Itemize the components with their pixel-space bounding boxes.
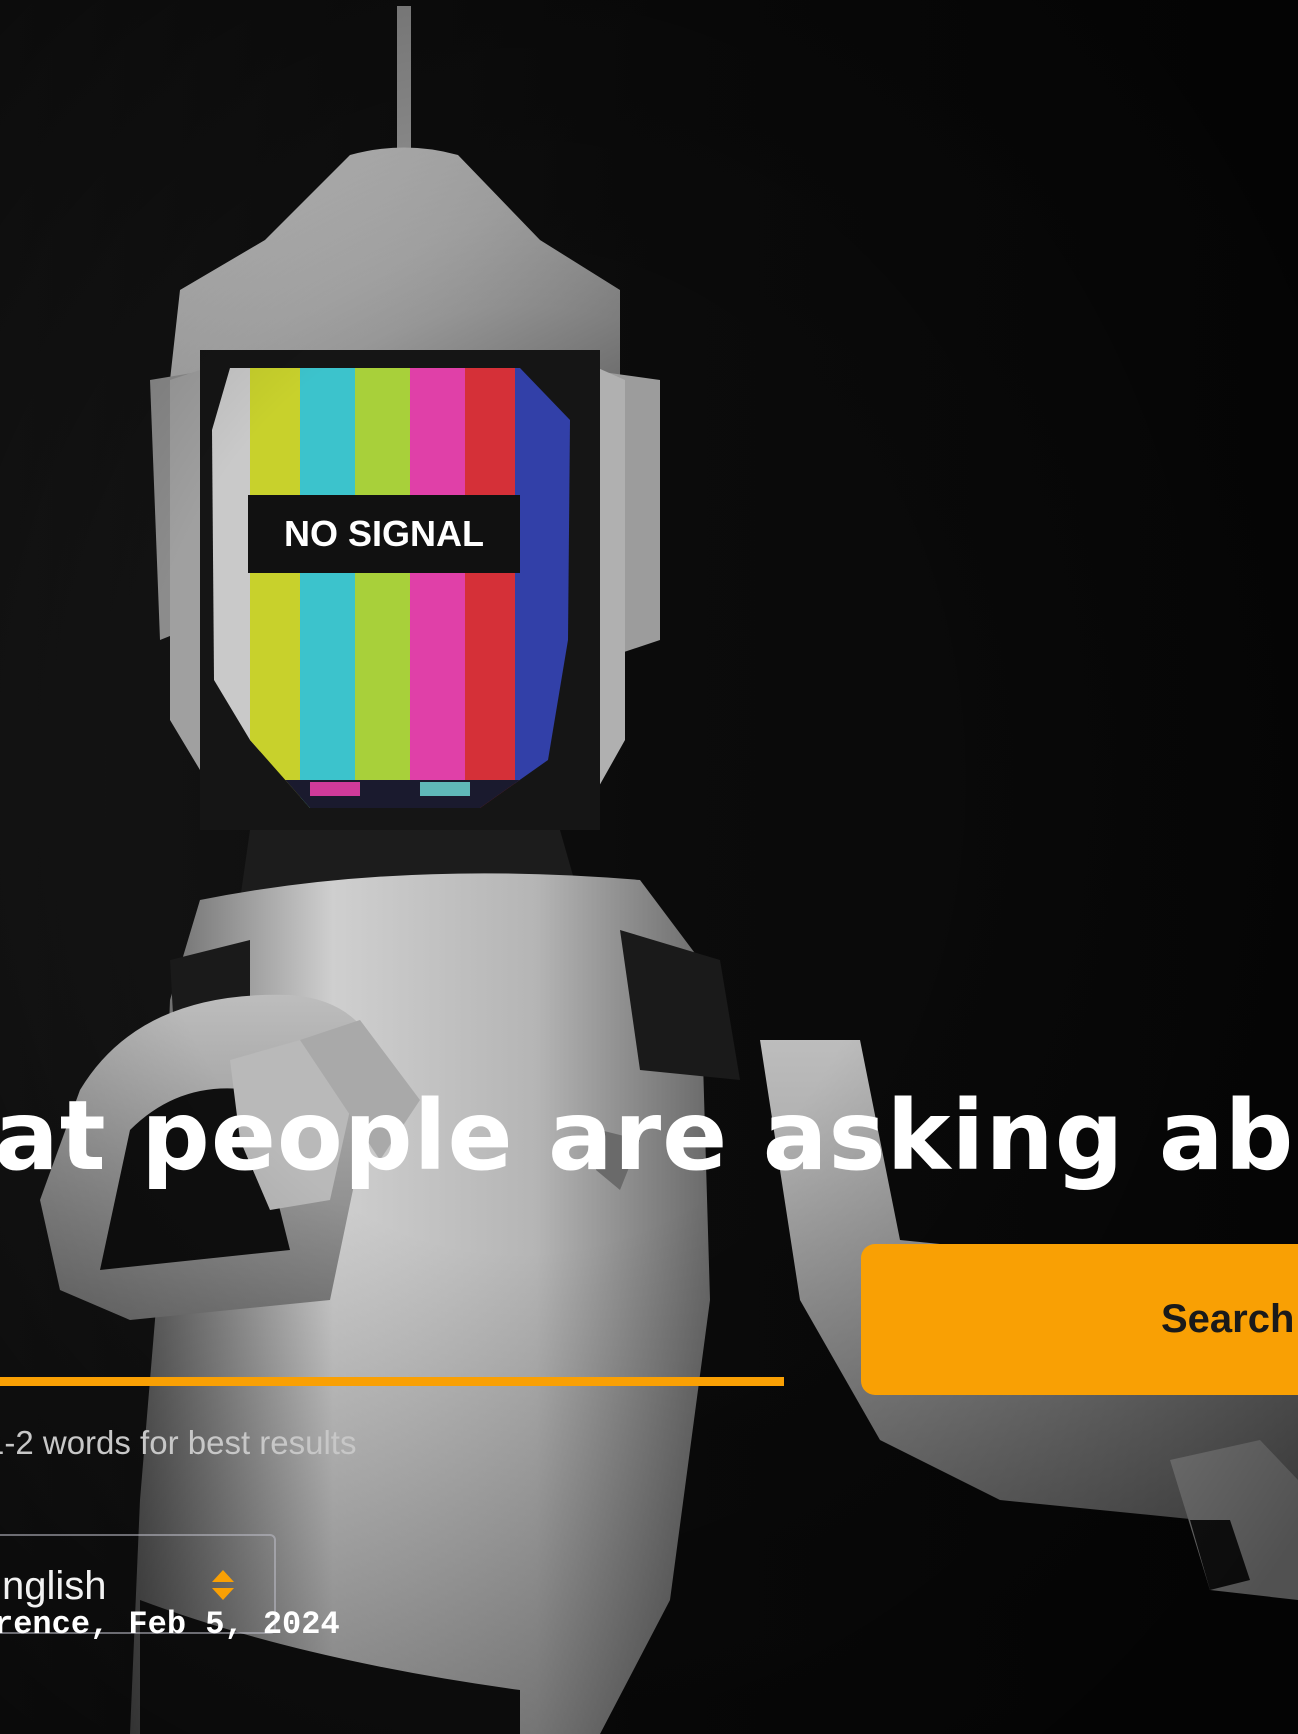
- search-hint: 1-2 words for best results: [0, 1424, 357, 1461]
- robot-image: NO SIGNAL: [0, 0, 1298, 1734]
- sort-arrows-icon: [212, 1570, 234, 1600]
- search-input[interactable]: [0, 1250, 784, 1386]
- page-headline: at people are asking abo: [0, 1080, 1298, 1192]
- language-selected-value: nglish: [2, 1564, 107, 1608]
- search-button[interactable]: Search: [861, 1244, 1298, 1395]
- event-caption: rence, Feb 5, 2024: [0, 1606, 340, 1643]
- no-signal-text: NO SIGNAL: [284, 513, 484, 554]
- hero-stage: NO SIGNAL at people are asking abo Searc…: [0, 0, 1298, 1734]
